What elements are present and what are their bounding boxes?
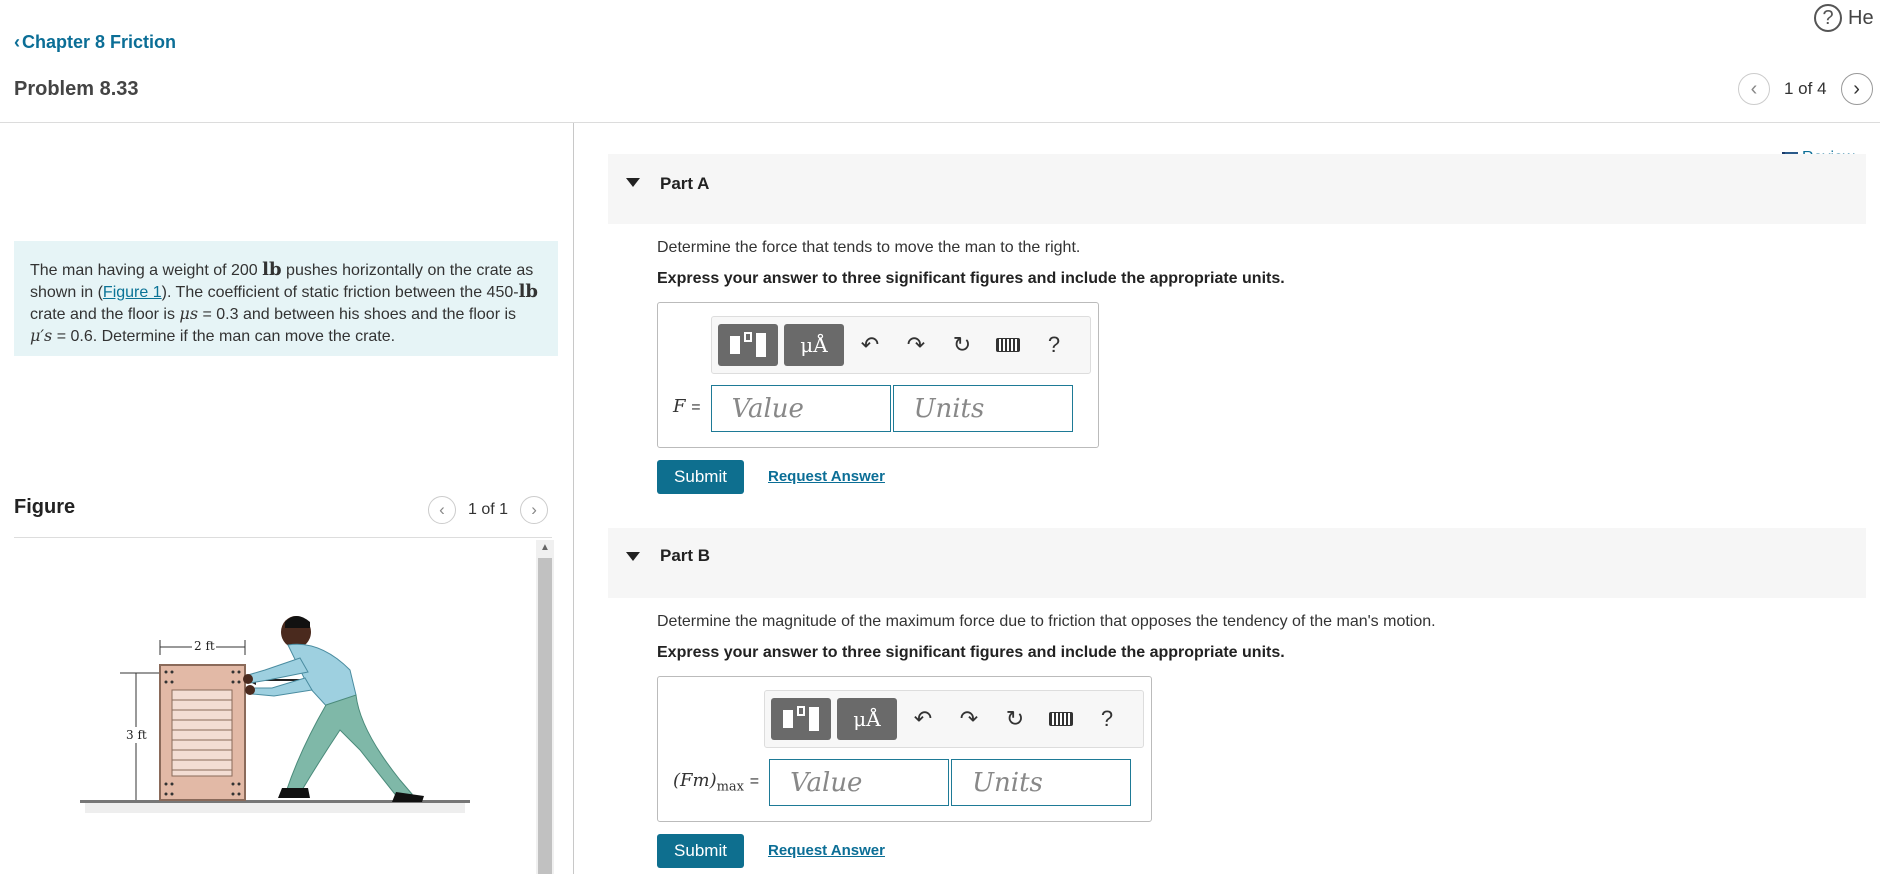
part-a-math-toolbar: μÅ ↶ ↷ ↻ ? — [711, 316, 1091, 374]
column-divider — [573, 123, 574, 874]
part-b-submit-button[interactable]: Submit — [657, 834, 744, 868]
redo-icon[interactable]: ↷ — [949, 698, 989, 740]
part-a-answer-box: μÅ ↶ ↷ ↻ ? F = Value Units — [657, 302, 1099, 448]
part-b-title: Part B — [660, 546, 711, 565]
header-divider — [0, 122, 1880, 123]
symbols-button[interactable]: μÅ — [784, 324, 844, 366]
part-a-variable: F = — [673, 396, 701, 421]
problem-pager-label: 1 of 4 — [1784, 79, 1827, 98]
part-b-answer-box: μÅ ↶ ↷ ↻ ? (Fm)max = Value Units — [657, 676, 1152, 822]
prev-figure-button[interactable]: ‹ — [428, 496, 456, 524]
part-a-header[interactable]: Part A — [608, 154, 1866, 224]
part-a-instruction: Express your answer to three significant… — [657, 270, 1285, 287]
problem-text: The man having a weight of 200 — [30, 262, 263, 279]
scroll-up-icon[interactable]: ▲ — [536, 540, 554, 556]
next-figure-button[interactable]: › — [520, 496, 549, 524]
mu-s-prime-symbol: μ′s — [30, 326, 53, 345]
mu-s-symbol: μs — [179, 304, 199, 323]
reset-icon[interactable]: ↻ — [942, 324, 982, 366]
part-b-answer-row: (Fm)max = Value Units — [673, 759, 1133, 806]
chevron-left-icon: ‹ — [14, 32, 20, 52]
keyboard-icon[interactable] — [1041, 698, 1081, 740]
part-a-answer-row: F = Value Units — [673, 385, 1075, 432]
collapse-triangle-icon[interactable] — [626, 552, 640, 561]
template-box-icon — [797, 706, 805, 716]
part-b-instruction: Express your answer to three significant… — [657, 644, 1285, 661]
help-q-button[interactable]: ? — [1087, 698, 1127, 740]
help-button[interactable]: ? He — [1814, 4, 1874, 32]
prev-problem-button[interactable]: ‹ — [1738, 73, 1770, 105]
help-label: He — [1848, 6, 1874, 29]
problem-statement: The man having a weight of 200 lb pushes… — [14, 241, 558, 356]
figure-heading: Figure — [14, 496, 76, 518]
part-a-units-input[interactable]: Units — [892, 385, 1073, 432]
problem-title: Problem 8.33 — [14, 78, 139, 100]
next-problem-button[interactable]: › — [1840, 73, 1873, 105]
template-block-icon — [809, 707, 819, 731]
undo-icon[interactable]: ↶ — [850, 324, 890, 366]
scrollbar-thumb[interactable] — [538, 558, 552, 874]
part-b-variable: (Fm)max = — [673, 770, 759, 795]
part-a-question: Determine the force that tends to move t… — [657, 239, 1081, 256]
reset-icon[interactable]: ↻ — [995, 698, 1035, 740]
collapse-triangle-icon[interactable] — [626, 178, 640, 187]
part-b-math-toolbar: μÅ ↶ ↷ ↻ ? — [764, 690, 1144, 748]
variable-symbol: (Fm) — [673, 770, 717, 792]
template-box-icon — [744, 332, 752, 342]
part-a-submit-button[interactable]: Submit — [657, 460, 744, 494]
problem-text: = 0.6. Determine if the man can move the… — [52, 328, 396, 345]
problem-text: ). The coefficient of static friction be… — [161, 284, 519, 301]
help-q-button[interactable]: ? — [1034, 324, 1074, 366]
figure-image: 2 ft 3 ft P — [60, 600, 480, 835]
templates-button[interactable] — [771, 698, 831, 740]
figure-scrollbar[interactable]: ▲ — [536, 540, 554, 874]
templates-button[interactable] — [718, 324, 778, 366]
template-block-icon — [730, 336, 740, 354]
problem-text: = 0.3 and between his shoes and the floo… — [198, 306, 517, 323]
undo-icon[interactable]: ↶ — [903, 698, 943, 740]
variable-symbol: F — [673, 396, 686, 418]
part-b-request-answer-link[interactable]: Request Answer — [768, 842, 885, 859]
symbols-button[interactable]: μÅ — [837, 698, 897, 740]
part-a-title: Part A — [660, 174, 710, 193]
part-b-value-input[interactable]: Value — [769, 759, 950, 806]
part-a-value-input[interactable]: Value — [710, 385, 891, 432]
figure-divider — [14, 537, 552, 538]
part-a-request-answer-link[interactable]: Request Answer — [768, 468, 885, 485]
width-dimension-label: 2 ft — [194, 639, 215, 653]
keyboard-icon[interactable] — [988, 324, 1028, 366]
help-icon: ? — [1814, 4, 1842, 32]
redo-icon[interactable]: ↷ — [896, 324, 936, 366]
figure-link[interactable]: Figure 1 — [103, 284, 162, 301]
man-pushing-crate-illustration: 2 ft 3 ft P — [80, 616, 470, 813]
template-block-icon — [756, 333, 766, 357]
figure-pager-label: 1 of 1 — [468, 501, 509, 518]
part-b-units-input[interactable]: Units — [951, 759, 1132, 806]
unit-lb: lb — [518, 281, 538, 302]
back-to-chapter-link[interactable]: ‹ Chapter 8 Friction — [14, 32, 176, 53]
variable-subscript: max — [716, 779, 745, 795]
unit-lb: lb — [262, 259, 282, 280]
equals-sign: = — [691, 399, 701, 417]
height-dimension-label: 3 ft — [126, 728, 147, 742]
problem-pager: ‹ 1 of 4 › — [1738, 73, 1873, 105]
part-b-question: Determine the magnitude of the maximum f… — [657, 613, 1436, 630]
problem-text: crate and the floor is — [30, 306, 180, 323]
back-link-label: Chapter 8 Friction — [22, 32, 177, 52]
template-block-icon — [783, 710, 793, 728]
part-b-header[interactable]: Part B — [608, 528, 1866, 598]
figure-pager: ‹ 1 of 1 › — [428, 496, 549, 524]
equals-sign: = — [749, 773, 760, 791]
